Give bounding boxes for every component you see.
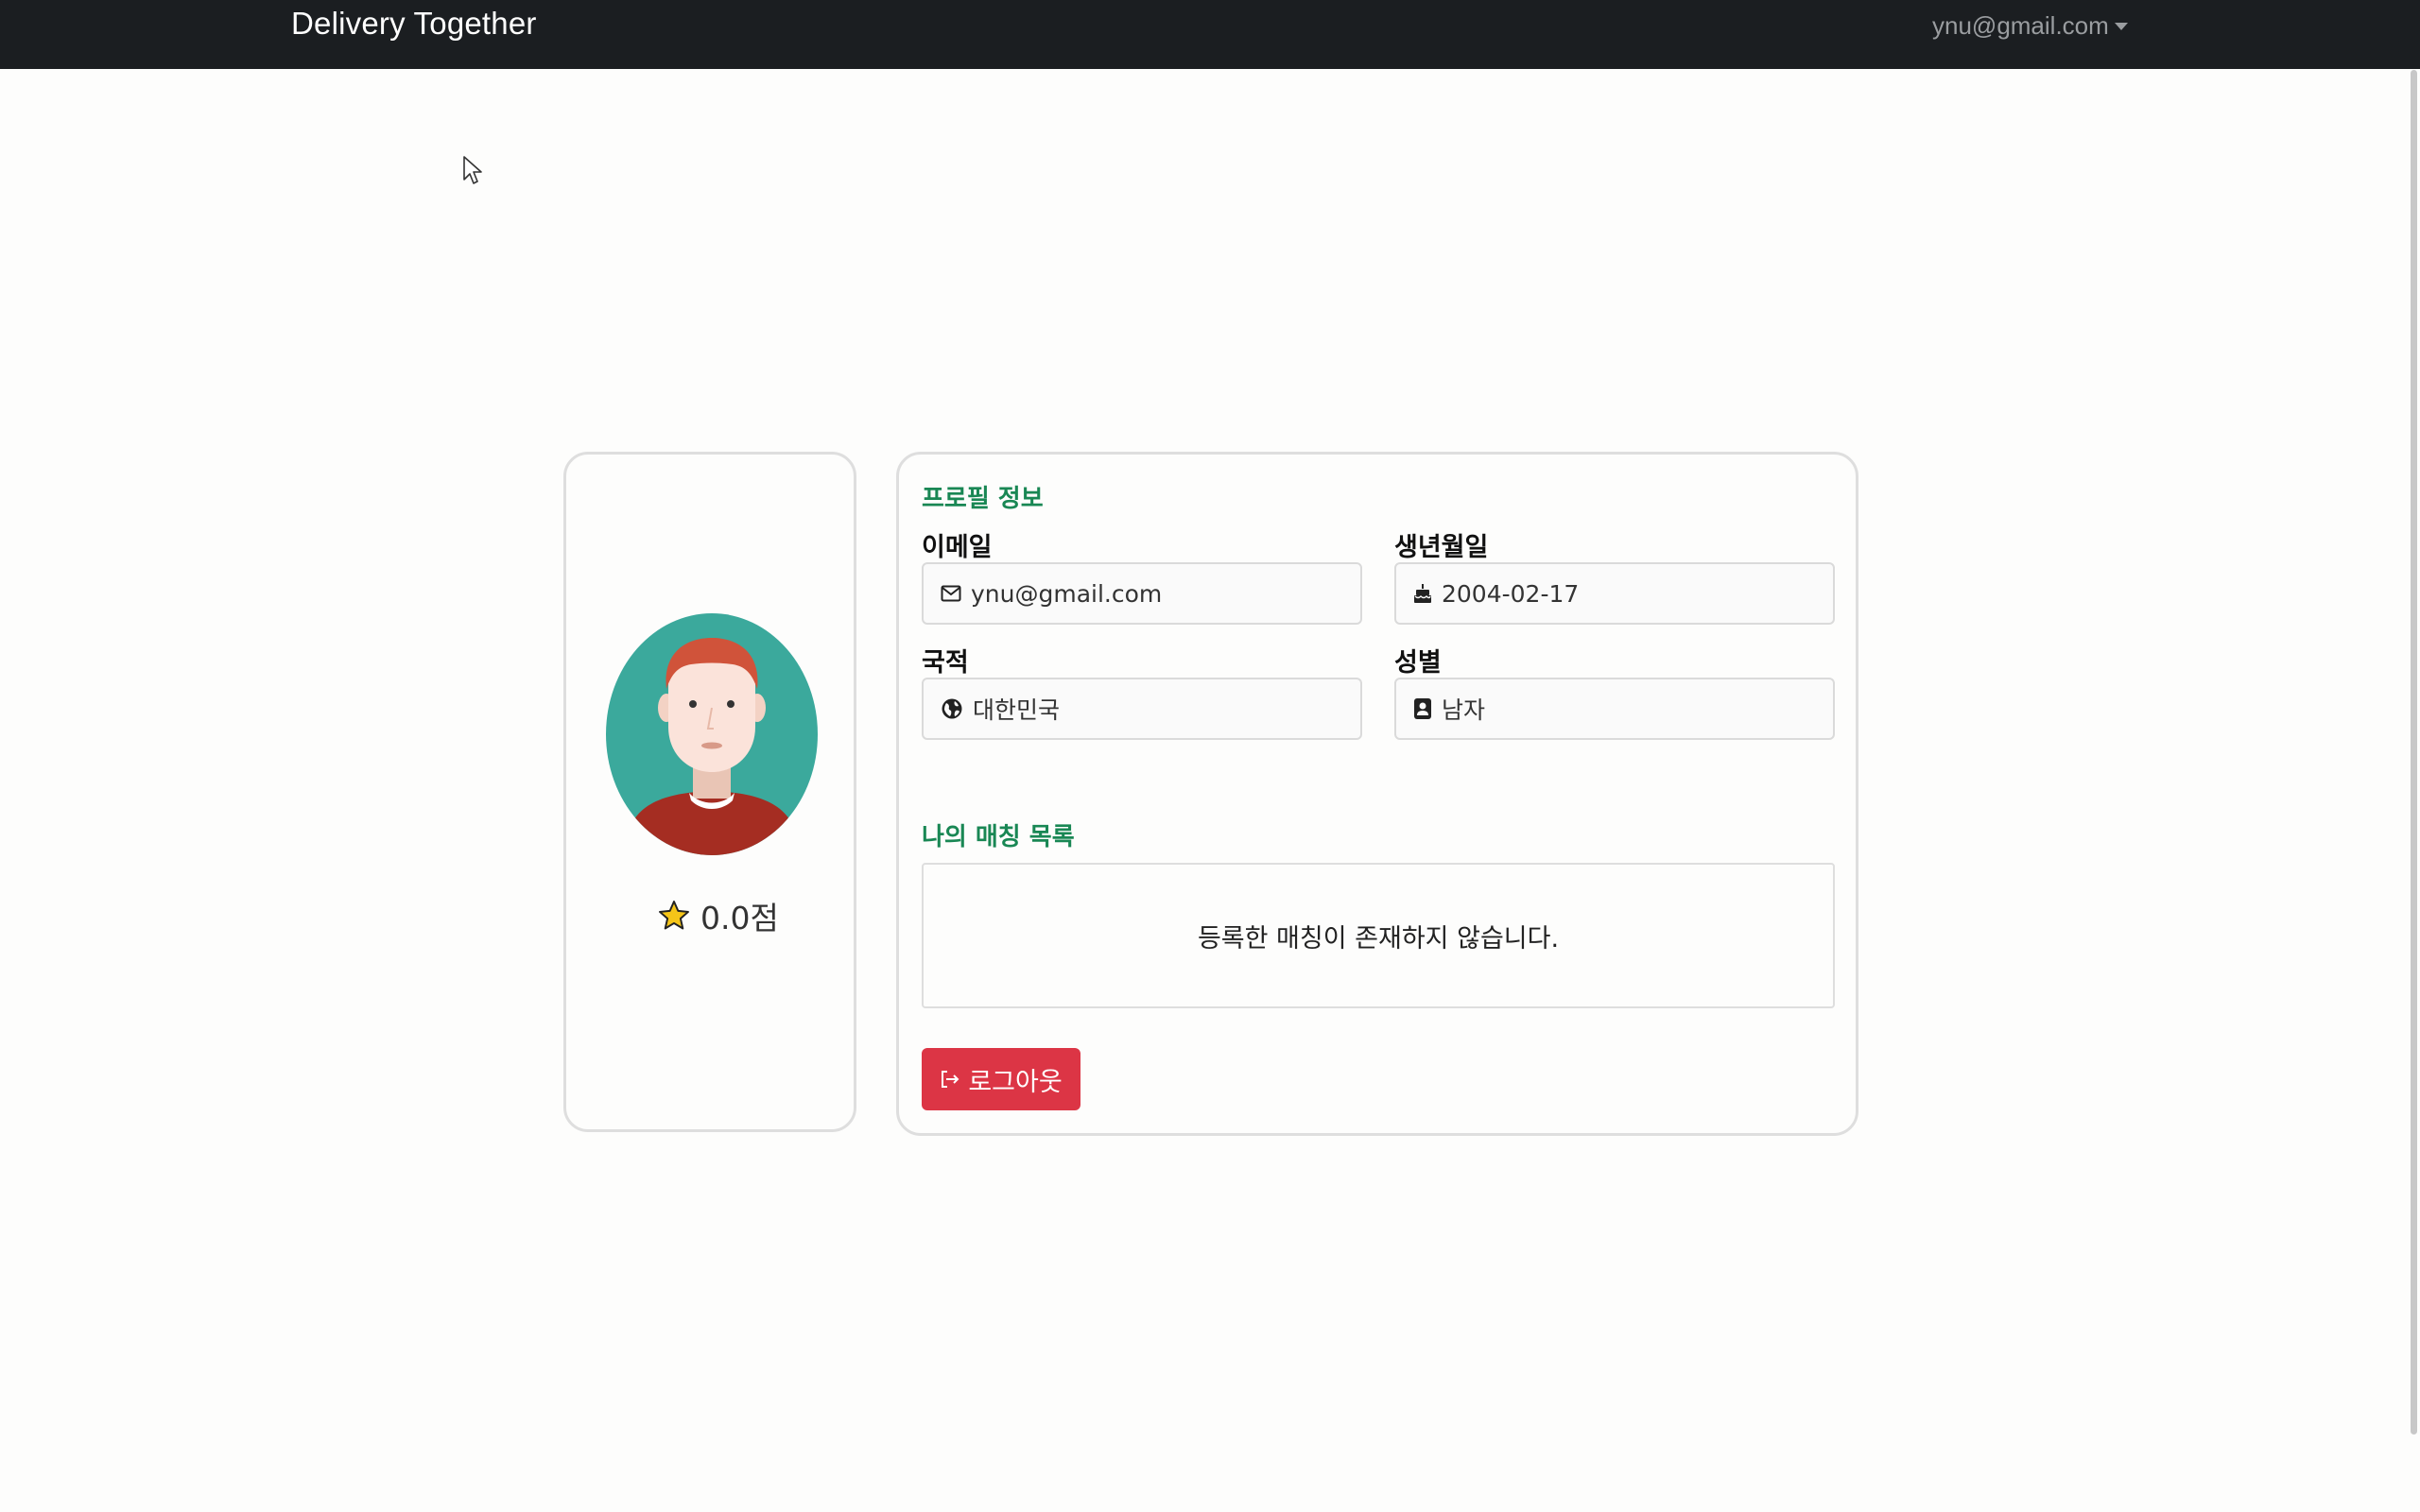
mouse-cursor-icon: [463, 156, 482, 184]
nationality-value: 대한민국: [973, 696, 1061, 724]
birthdate-value: 2004-02-17: [1442, 579, 1580, 608]
gender-field: 남자: [1394, 678, 1835, 740]
my-matching-title: 나의 매칭 목록: [922, 823, 1075, 851]
empty-matching-message: 등록한 매칭이 존재하지 않습니다.: [1197, 923, 1560, 954]
cake-icon: [1414, 584, 1431, 603]
top-navbar: Delivery Together ynu@gmail.com: [0, 0, 2420, 69]
gender-value: 남자: [1442, 696, 1486, 724]
profile-avatar-card: 0.0점: [563, 452, 856, 1132]
person-badge-icon: [1414, 698, 1431, 719]
rating-value: 0.0점: [700, 900, 779, 936]
matching-list-empty: 등록한 매칭이 존재하지 않습니다.: [922, 863, 1835, 1008]
nationality-label: 국적: [922, 648, 969, 678]
envelope-icon: [941, 585, 961, 602]
gender-label: 성별: [1394, 648, 1442, 678]
logout-label: 로그아웃: [968, 1067, 1063, 1096]
nationality-field: 대한민국: [922, 678, 1362, 740]
birthdate-label: 생년월일: [1394, 533, 1489, 562]
caret-down-icon: [2114, 22, 2128, 30]
user-dropdown-toggle[interactable]: ynu@gmail.com: [1932, 11, 2128, 41]
email-value: ynu@gmail.com: [971, 579, 1163, 608]
email-field: ynu@gmail.com: [922, 562, 1362, 625]
brand-logo-text[interactable]: Delivery Together: [291, 6, 537, 42]
logout-button[interactable]: 로그아웃: [922, 1048, 1080, 1110]
birthdate-field: 2004-02-17: [1394, 562, 1835, 625]
scrollbar-thumb[interactable]: [2411, 70, 2417, 1435]
avatar: [606, 613, 818, 855]
globe-icon: [942, 698, 962, 719]
user-email-label: ynu@gmail.com: [1932, 11, 2109, 40]
star-icon: [659, 901, 689, 930]
email-label: 이메일: [922, 533, 993, 562]
rating-display: 0.0점: [657, 893, 779, 938]
profile-info-title: 프로필 정보: [922, 485, 1044, 513]
profile-info-card: 프로필 정보 이메일 ynu@gmail.com 생년월일 2004-02-17…: [896, 452, 1858, 1136]
box-arrow-right-icon: [942, 1071, 959, 1088]
